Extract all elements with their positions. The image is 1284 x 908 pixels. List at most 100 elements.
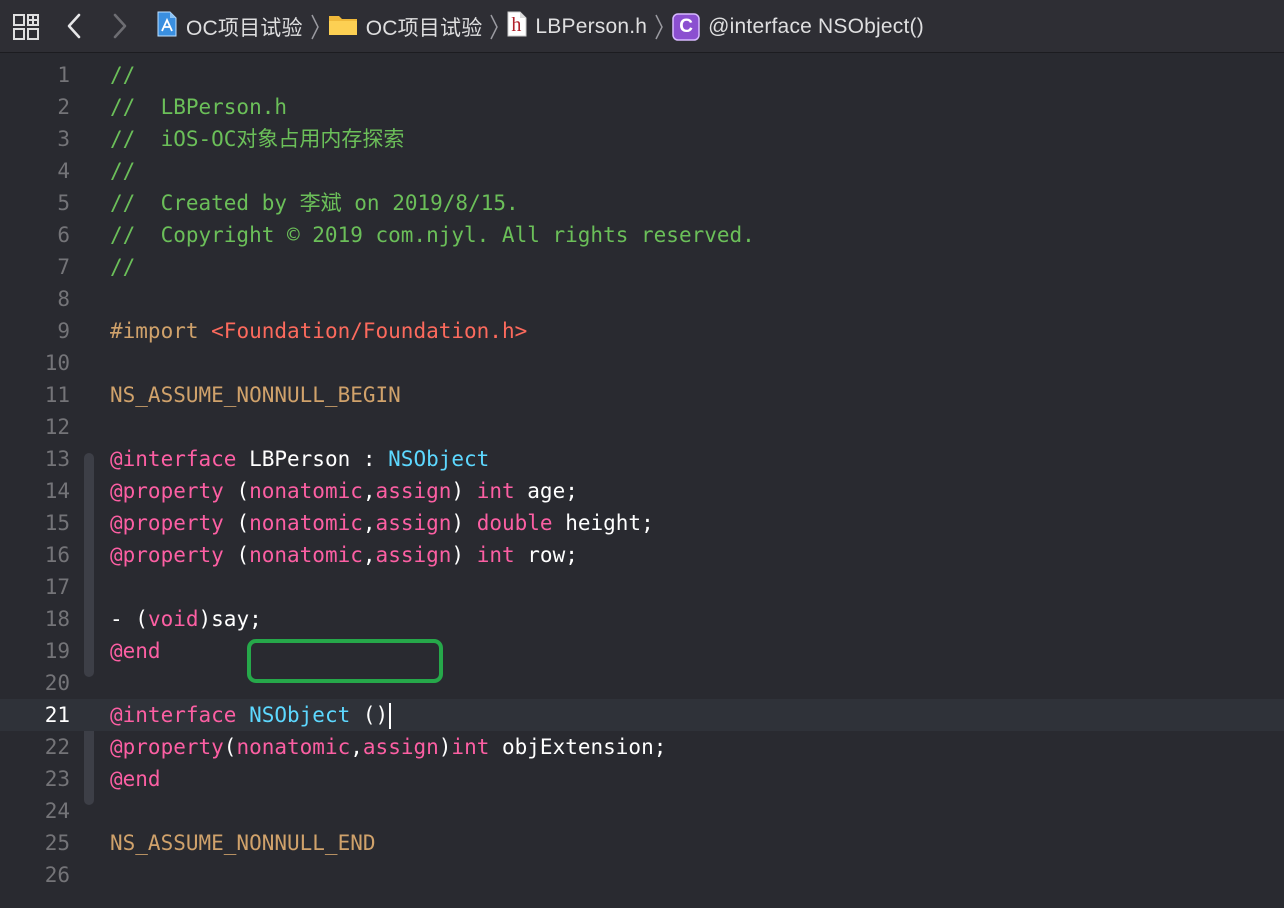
line-number[interactable]: 15 bbox=[0, 507, 70, 539]
code-line[interactable]: 3 // iOS-OC对象占用内存探索 bbox=[0, 123, 1284, 155]
code-line[interactable]: 26 bbox=[0, 859, 1284, 891]
code-text[interactable]: #import <Foundation/Foundation.h> bbox=[110, 315, 527, 347]
code-text[interactable]: // bbox=[110, 251, 135, 283]
code-token: () bbox=[350, 703, 389, 727]
code-text[interactable]: // bbox=[110, 155, 135, 187]
code-token: @end bbox=[110, 767, 161, 791]
code-line[interactable]: 14 @property (nonatomic,assign) int age; bbox=[0, 475, 1284, 507]
code-text[interactable]: @interface NSObject () bbox=[110, 699, 392, 731]
breadcrumb-label: OC项目试验 bbox=[186, 16, 303, 40]
code-line[interactable]: 15 @property (nonatomic,assign) double he… bbox=[0, 507, 1284, 539]
code-line[interactable]: 18 - (void)say; bbox=[0, 603, 1284, 635]
code-token: @interface bbox=[110, 703, 237, 727]
line-number[interactable]: 19 bbox=[0, 635, 70, 667]
code-line[interactable]: 10 bbox=[0, 347, 1284, 379]
line-number[interactable]: 24 bbox=[0, 795, 70, 827]
code-text[interactable]: - (void)say; bbox=[110, 603, 262, 635]
code-line[interactable]: 17 bbox=[0, 571, 1284, 603]
line-number[interactable]: 25 bbox=[0, 827, 70, 859]
code-token: // Copyright © 2019 com.njyl. All rights… bbox=[110, 223, 755, 247]
code-line[interactable]: 11 NS_ASSUME_NONNULL_BEGIN bbox=[0, 379, 1284, 411]
breadcrumb-file[interactable]: h LBPerson.h bbox=[507, 11, 647, 43]
code-text[interactable]: // Copyright © 2019 com.njyl. All rights… bbox=[110, 219, 755, 251]
forward-chevron-icon[interactable] bbox=[110, 12, 130, 40]
line-number[interactable]: 13 bbox=[0, 443, 70, 475]
code-text[interactable]: @property(nonatomic,assign)int objExtens… bbox=[110, 731, 666, 763]
code-token: void bbox=[147, 607, 199, 631]
breadcrumb-label: LBPerson.h bbox=[535, 14, 648, 38]
code-token: age; bbox=[514, 479, 578, 503]
back-chevron-icon[interactable] bbox=[64, 12, 84, 40]
line-number[interactable]: 3 bbox=[0, 123, 70, 155]
code-text[interactable]: // Created by 李斌 on 2019/8/15. bbox=[110, 187, 519, 219]
line-number[interactable]: 2 bbox=[0, 91, 70, 123]
code-text[interactable]: NS_ASSUME_NONNULL_BEGIN bbox=[110, 379, 401, 411]
code-line[interactable]: 12 bbox=[0, 411, 1284, 443]
line-number[interactable]: 11 bbox=[0, 379, 70, 411]
code-line[interactable]: 9 #import <Foundation/Foundation.h> bbox=[0, 315, 1284, 347]
code-token: NS_ASSUME_NONNULL_BEGIN bbox=[110, 383, 401, 407]
code-text[interactable]: // iOS-OC对象占用内存探索 bbox=[110, 123, 404, 155]
code-text[interactable]: @end bbox=[110, 635, 161, 667]
line-number[interactable]: 5 bbox=[0, 187, 70, 219]
line-number[interactable]: 1 bbox=[0, 59, 70, 91]
code-text[interactable]: @end bbox=[110, 763, 161, 795]
code-token: ( bbox=[223, 543, 250, 567]
code-line[interactable]: 24 bbox=[0, 795, 1284, 827]
code-token: @interface bbox=[110, 447, 237, 471]
code-line[interactable]: 21 @interface NSObject () bbox=[0, 699, 1284, 731]
code-token: LBPerson : bbox=[236, 447, 389, 471]
code-line[interactable]: 1 // bbox=[0, 59, 1284, 91]
code-token: double bbox=[476, 511, 553, 535]
code-text[interactable]: @property (nonatomic,assign) int row; bbox=[110, 539, 578, 571]
code-token: , bbox=[350, 735, 363, 759]
line-number[interactable]: 17 bbox=[0, 571, 70, 603]
code-line[interactable]: 19 @end bbox=[0, 635, 1284, 667]
code-text[interactable]: NS_ASSUME_NONNULL_END bbox=[110, 827, 376, 859]
code-line[interactable]: 23 @end bbox=[0, 763, 1284, 795]
source-editor[interactable]: 1 // 2 // LBPerson.h 3 // iOS-OC对象占用内存探索 4 // 5 /… bbox=[0, 58, 1284, 908]
line-number[interactable]: 22 bbox=[0, 731, 70, 763]
code-text[interactable]: @property (nonatomic,assign) double heig… bbox=[110, 507, 654, 539]
code-line[interactable]: 13 @interface LBPerson : NSObject bbox=[0, 443, 1284, 475]
breadcrumb-project[interactable]: OC项目试验 bbox=[156, 11, 303, 43]
code-line[interactable]: 22 @property(nonatomic,assign)int objExte… bbox=[0, 731, 1284, 763]
line-number[interactable]: 21 bbox=[0, 699, 70, 731]
code-line[interactable]: 8 bbox=[0, 283, 1284, 315]
breadcrumb-group[interactable]: OC项目试验 bbox=[328, 12, 483, 42]
code-token: #import bbox=[110, 319, 212, 343]
class-c-letter: C bbox=[679, 15, 694, 37]
line-number[interactable]: 16 bbox=[0, 539, 70, 571]
code-line[interactable]: 4 // bbox=[0, 155, 1284, 187]
jump-bar: OC项目试验 OC项目试验 h LBPerson.h C @interface … bbox=[0, 0, 1284, 53]
breadcrumb-symbol[interactable]: C @interface NSObject() bbox=[672, 12, 924, 41]
related-items-grid-icon[interactable] bbox=[12, 13, 40, 41]
code-line[interactable]: 16 @property (nonatomic,assign) int row; bbox=[0, 539, 1284, 571]
code-token: ( bbox=[223, 479, 250, 503]
line-number[interactable]: 23 bbox=[0, 763, 70, 795]
line-number[interactable]: 7 bbox=[0, 251, 70, 283]
code-text[interactable]: @interface LBPerson : NSObject bbox=[110, 443, 489, 475]
code-token: @property bbox=[110, 479, 224, 503]
line-number[interactable]: 6 bbox=[0, 219, 70, 251]
line-number[interactable]: 12 bbox=[0, 411, 70, 443]
code-line[interactable]: 20 bbox=[0, 667, 1284, 699]
code-line[interactable]: 25 NS_ASSUME_NONNULL_END bbox=[0, 827, 1284, 859]
code-line[interactable]: 5 // Created by 李斌 on 2019/8/15. bbox=[0, 187, 1284, 219]
line-number[interactable]: 18 bbox=[0, 603, 70, 635]
code-text[interactable]: @property (nonatomic,assign) int age; bbox=[110, 475, 578, 507]
code-token: <Foundation/Foundation.h> bbox=[211, 319, 528, 343]
line-number[interactable]: 20 bbox=[0, 667, 70, 699]
code-line[interactable]: 7 // bbox=[0, 251, 1284, 283]
code-line[interactable]: 6 // Copyright © 2019 com.njyl. All right… bbox=[0, 219, 1284, 251]
line-number[interactable]: 14 bbox=[0, 475, 70, 507]
line-number[interactable]: 9 bbox=[0, 315, 70, 347]
code-text[interactable]: // bbox=[110, 59, 135, 91]
line-number[interactable]: 26 bbox=[0, 859, 70, 891]
line-number[interactable]: 4 bbox=[0, 155, 70, 187]
code-line[interactable]: 2 // LBPerson.h bbox=[0, 91, 1284, 123]
code-text[interactable]: // LBPerson.h bbox=[110, 91, 287, 123]
line-number[interactable]: 10 bbox=[0, 347, 70, 379]
line-number[interactable]: 8 bbox=[0, 283, 70, 315]
class-c-icon: C bbox=[672, 12, 700, 41]
